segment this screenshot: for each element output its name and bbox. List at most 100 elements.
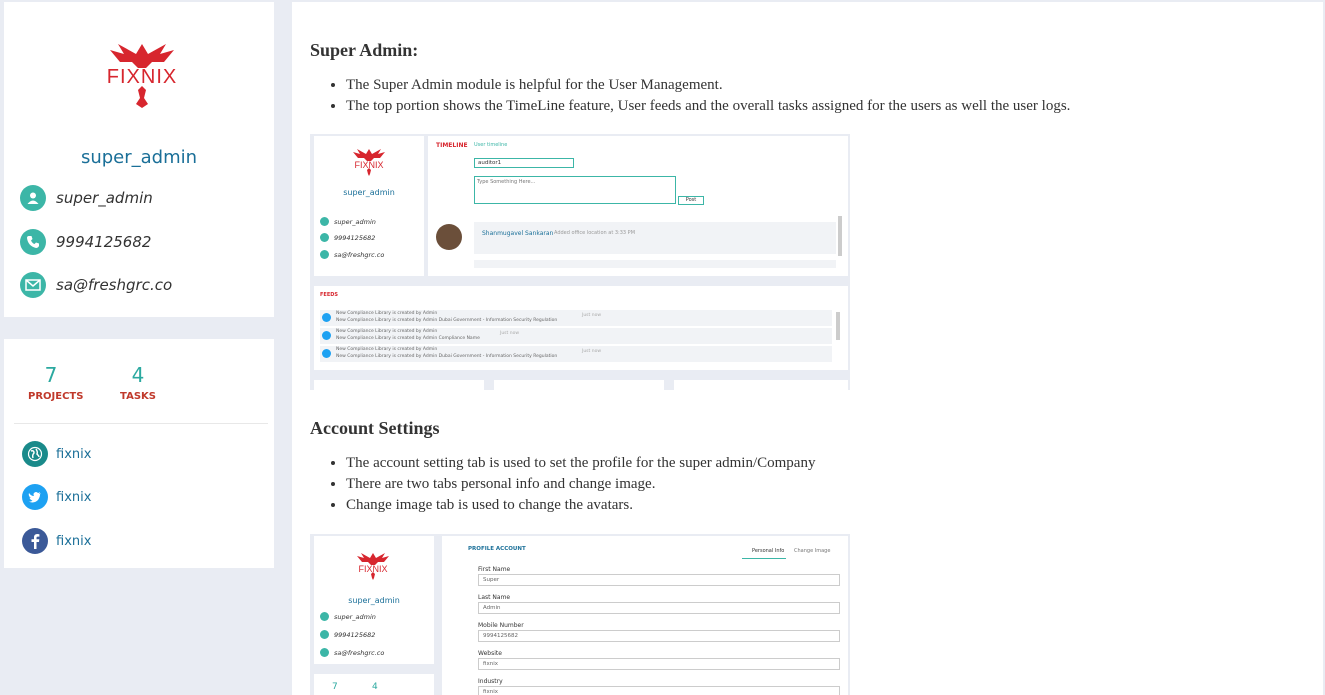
feed-item: New Compliance Library is created by Adm… [320, 346, 832, 362]
mini-logo: FIXNIX [357, 553, 389, 580]
feed-item: New Compliance Library is created by Adm… [320, 310, 832, 326]
feed-icon [322, 313, 331, 322]
phone-icon [20, 229, 46, 255]
bullet-item: Change image tab is used to change the a… [346, 495, 815, 516]
feed-line1: New Compliance Library is created by Adm… [336, 329, 438, 334]
facebook-icon [22, 528, 48, 554]
field-label: Mobile Number [478, 622, 524, 629]
user-icon [320, 217, 329, 226]
field-label: Industry [478, 678, 503, 685]
scrollbar [836, 312, 840, 340]
mini-username: super_admin [334, 217, 376, 226]
tab-personal-info: Personal Info [752, 548, 785, 554]
avatar [436, 224, 462, 250]
social-link-facebook[interactable]: fixnix [22, 528, 91, 554]
mini-username-row: super_admin [320, 612, 376, 621]
username-row: super_admin [20, 184, 153, 212]
mini-profile-card: FIXNIX super_admin super_admin 999412568… [314, 536, 434, 664]
super-admin-screenshot: FIXNIX super_admin super_admin 999412568… [310, 134, 850, 390]
phone-row: 9994125682 [20, 228, 151, 256]
last-name-field: Admin [478, 602, 840, 614]
mini-timeline-panel: TIMELINE User timeline auditor1 Type Som… [428, 136, 848, 276]
mini-account-panel: PROFILE ACCOUNT Personal Info Change Ima… [442, 536, 848, 695]
mini-email: sa@freshgrc.co [334, 250, 385, 259]
bullet-item: There are two tabs personal info and cha… [346, 474, 815, 495]
mini-phone: 9994125682 [334, 233, 376, 242]
social-label[interactable]: fixnix [56, 447, 91, 462]
profile-card: FIXNIX super_admin super_admin 999412568… [4, 2, 274, 317]
feed-line1: New Compliance Library is created by Adm… [336, 311, 438, 316]
feed-line2: New Compliance Library is created by Adm… [336, 318, 558, 323]
mini-feeds-panel: FEEDS New Compliance Library is created … [314, 286, 848, 370]
user-icon [320, 612, 329, 621]
scrollbar [838, 216, 842, 256]
bullet-item: The Super Admin module is helpful for th… [346, 75, 1070, 96]
mini-stats-card: 7 4 [314, 674, 434, 695]
industry-field: fixnix [478, 686, 840, 695]
projects-label: PROJECTS [28, 391, 84, 402]
account-settings-screenshot: FIXNIX super_admin super_admin 999412568… [310, 534, 850, 695]
svg-text:FIXNIX: FIXNIX [107, 66, 177, 88]
user-icon [20, 185, 46, 211]
mini-bottom-panel [494, 380, 664, 390]
email-text[interactable]: sa@freshgrc.co [56, 276, 172, 294]
mini-select: auditor1 [474, 158, 574, 168]
social-label[interactable]: fixnix [56, 534, 91, 549]
tab-change-image: Change Image [794, 548, 831, 554]
phone-icon [320, 233, 329, 242]
profile-name[interactable]: super_admin [4, 147, 274, 168]
bullet-item: The account setting tab is used to set t… [346, 453, 815, 474]
feed-time: Just now [500, 331, 520, 336]
globe-icon [22, 441, 48, 467]
feed-time: Just now [582, 313, 602, 318]
mini-profile-name: super_admin [348, 596, 400, 605]
mini-email: sa@freshgrc.co [334, 648, 385, 657]
feed-line2: New Compliance Library is created by Adm… [336, 336, 480, 341]
mail-icon [20, 272, 46, 298]
mini-email-row: sa@freshgrc.co [320, 250, 384, 259]
mini-post-button: Post [678, 196, 704, 205]
feed-line2: New Compliance Library is created by Adm… [336, 354, 558, 359]
mini-phone-row: 9994125682 [320, 630, 375, 639]
mini-username-row: super_admin [320, 217, 376, 226]
fixnix-logo: FIXNIX [88, 40, 196, 112]
mail-icon [320, 648, 329, 657]
mini-phone-row: 9994125682 [320, 233, 375, 242]
mini-username: super_admin [334, 612, 376, 621]
tasks-stat[interactable]: 4 TASKS [118, 363, 158, 402]
mini-profile-card: FIXNIX super_admin super_admin 999412568… [314, 136, 424, 276]
feed-icon [322, 331, 331, 340]
projects-count: 7 [44, 363, 58, 387]
account-settings-heading: Account Settings [310, 418, 440, 438]
stats-card: 7 PROJECTS 4 TASKS fixnix fixnix fixnix [4, 339, 274, 568]
account-settings-bullets: The account setting tab is used to set t… [346, 453, 815, 516]
social-link-twitter[interactable]: fixnix [22, 484, 91, 510]
mini-projects-count: 7 [332, 682, 338, 692]
feeds-title: FEEDS [320, 292, 338, 298]
feed-line1: New Compliance Library is created by Adm… [336, 347, 438, 352]
mini-bottom-panel [314, 380, 484, 390]
field-label: Website [478, 650, 502, 657]
projects-stat[interactable]: 7 PROJECTS [28, 363, 84, 402]
bullet-item: The top portion shows the TimeLine featu… [346, 96, 1070, 117]
timeline-sub: User timeline [474, 142, 508, 148]
website-field: fixnix [478, 658, 840, 670]
mobile-field: 9994125682 [478, 630, 840, 642]
phone-text: 9994125682 [56, 233, 152, 251]
profile-account-header: PROFILE ACCOUNT [468, 546, 526, 552]
feed-time: Just now [582, 349, 602, 354]
phone-icon [320, 630, 329, 639]
feed-icon [322, 349, 331, 358]
username-text: super_admin [56, 189, 153, 207]
feed-item: New Compliance Library is created by Adm… [320, 328, 832, 344]
tasks-count: 4 [131, 363, 145, 387]
social-label[interactable]: fixnix [56, 490, 91, 505]
twitter-icon [22, 484, 48, 510]
first-name-field: Super [478, 574, 840, 586]
social-link-website[interactable]: fixnix [22, 441, 91, 467]
super-admin-bullets: The Super Admin module is helpful for th… [346, 75, 1070, 117]
mini-tasks-count: 4 [372, 682, 378, 692]
post-text: Added office location at 3:33 PM [554, 230, 636, 236]
mini-post-placeholder [474, 260, 836, 268]
mini-profile-name: super_admin [343, 188, 395, 197]
